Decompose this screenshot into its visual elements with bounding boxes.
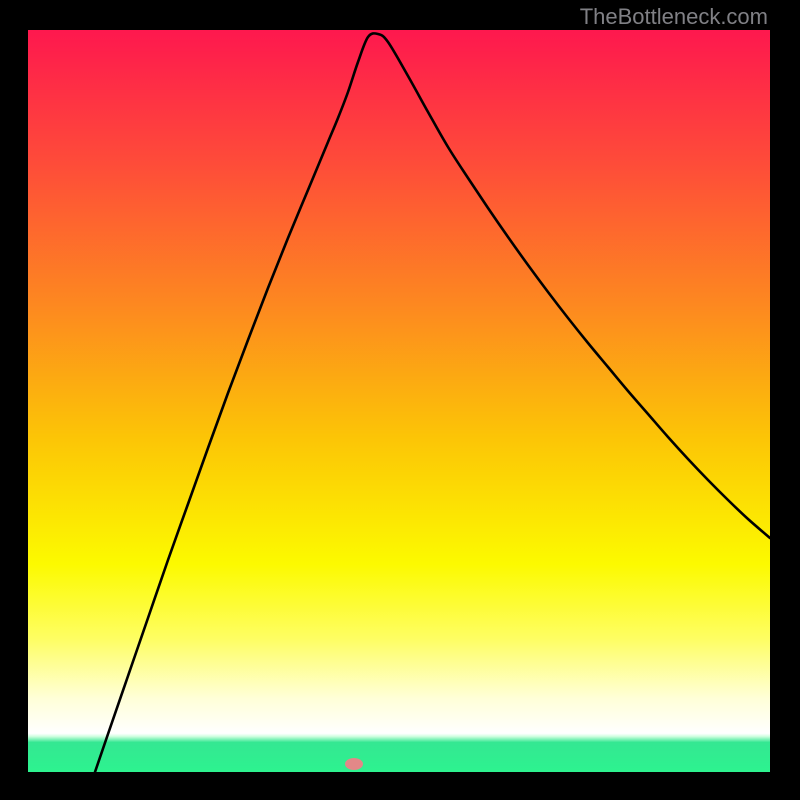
chart-frame [28,30,770,772]
curve-layer [28,30,770,772]
watermark-text: TheBottleneck.com [580,4,768,30]
optimum-marker [345,758,363,770]
bottleneck-curve [95,33,770,772]
plot-area [28,30,770,772]
